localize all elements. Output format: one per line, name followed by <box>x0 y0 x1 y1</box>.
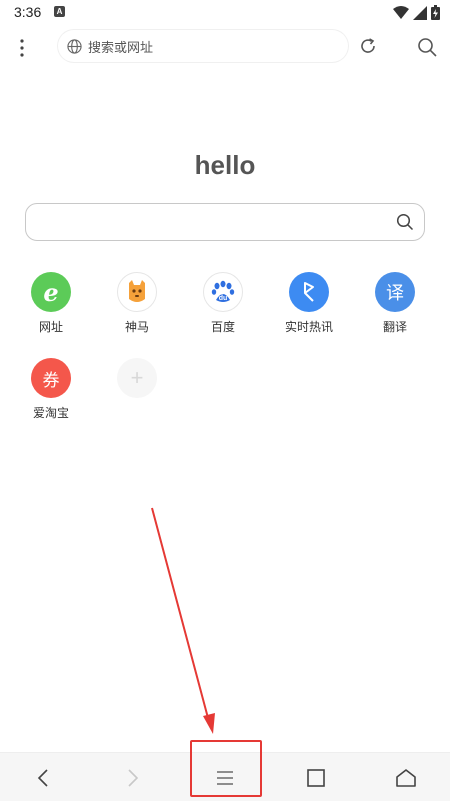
chevron-right-icon <box>128 769 139 787</box>
annotation-arrow <box>151 507 215 734</box>
home-icon <box>396 769 416 787</box>
annotation-highlight-box <box>190 740 262 797</box>
chevron-left-icon <box>37 769 48 787</box>
tabs-square-icon <box>307 769 325 787</box>
tabs-button[interactable] <box>301 763 331 793</box>
back-button[interactable] <box>28 763 58 793</box>
home-button[interactable] <box>391 763 421 793</box>
forward-button[interactable] <box>118 763 148 793</box>
